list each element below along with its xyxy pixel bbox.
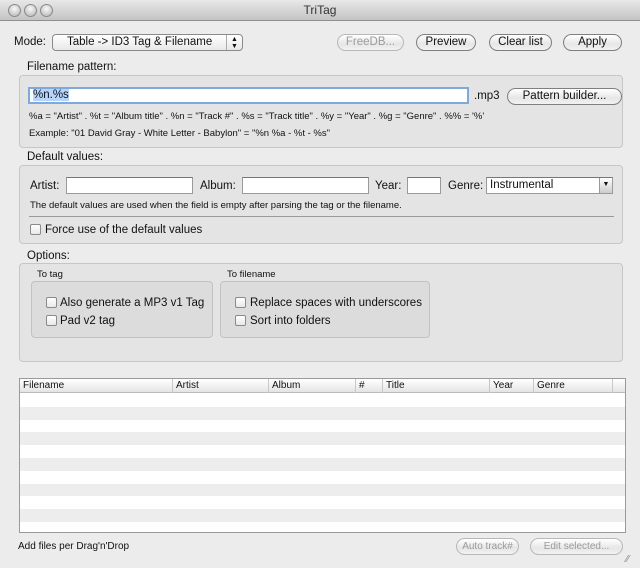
table-row[interactable] bbox=[20, 483, 625, 497]
column-header-title[interactable]: Title bbox=[383, 379, 490, 393]
mode-select[interactable]: Table -> ID3 Tag & Filename ▲ ▼ bbox=[52, 34, 243, 51]
auto-track-button[interactable]: Auto track# bbox=[456, 538, 519, 555]
pattern-legend: %a = "Artist" . %t = "Album title" . %n … bbox=[29, 111, 485, 122]
table-row[interactable] bbox=[20, 522, 625, 532]
default-values-label: Default values: bbox=[27, 151, 104, 163]
replace-spaces-label: Replace spaces with underscores bbox=[250, 297, 422, 309]
table-row[interactable] bbox=[20, 406, 625, 420]
table-row[interactable] bbox=[20, 432, 625, 446]
extension-label: .mp3 bbox=[474, 90, 500, 102]
drag-drop-hint: Add files per Drag'n'Drop bbox=[18, 541, 130, 552]
file-table[interactable]: Filename Artist Album # Title Year Genre bbox=[19, 378, 626, 533]
table-row[interactable] bbox=[20, 419, 625, 433]
mp3-v1-checkbox[interactable] bbox=[46, 297, 57, 308]
genre-value: Instrumental bbox=[490, 179, 554, 191]
column-header-genre[interactable]: Genre bbox=[534, 379, 613, 393]
pattern-builder-button[interactable]: Pattern builder... bbox=[507, 88, 622, 105]
column-header-track[interactable]: # bbox=[356, 379, 383, 393]
clear-list-button[interactable]: Clear list bbox=[489, 34, 552, 51]
genre-combobox[interactable]: Instrumental ▼ bbox=[486, 177, 613, 194]
table-row[interactable] bbox=[20, 394, 625, 407]
preview-button[interactable]: Preview bbox=[416, 34, 476, 51]
pattern-input[interactable]: %n.%s bbox=[28, 87, 469, 104]
minimize-button[interactable] bbox=[24, 4, 37, 17]
edit-selected-button[interactable]: Edit selected... bbox=[530, 538, 623, 555]
resize-grip-icon[interactable]: ⁄⁄ bbox=[626, 554, 629, 565]
mp3-v1-label: Also generate a MP3 v1 Tag bbox=[60, 297, 205, 309]
genre-label: Genre: bbox=[448, 180, 484, 192]
sort-folders-checkbox[interactable] bbox=[235, 315, 246, 326]
dropdown-arrow-icon[interactable]: ▼ bbox=[599, 178, 612, 193]
table-header: Filename Artist Album # Title Year Genre bbox=[20, 379, 625, 393]
table-row[interactable] bbox=[20, 445, 625, 458]
album-label: Album: bbox=[200, 180, 236, 192]
to-tag-box bbox=[31, 281, 213, 338]
year-input[interactable] bbox=[407, 177, 441, 194]
column-header-artist[interactable]: Artist bbox=[173, 379, 269, 393]
apply-button[interactable]: Apply bbox=[563, 34, 622, 51]
zoom-button[interactable] bbox=[40, 4, 53, 17]
divider bbox=[29, 216, 614, 217]
column-header-year[interactable]: Year bbox=[490, 379, 534, 393]
pattern-value: %n.%s bbox=[33, 89, 69, 101]
sort-folders-label: Sort into folders bbox=[250, 315, 331, 327]
column-header-filename[interactable]: Filename bbox=[20, 379, 173, 393]
mode-label: Mode: bbox=[14, 36, 46, 48]
force-defaults-checkbox[interactable] bbox=[30, 224, 41, 235]
filename-pattern-label: Filename pattern: bbox=[27, 61, 117, 73]
to-filename-box bbox=[220, 281, 430, 338]
table-row[interactable] bbox=[20, 458, 625, 471]
pad-v2-checkbox[interactable] bbox=[46, 315, 57, 326]
up-down-arrows-icon: ▲ ▼ bbox=[226, 35, 242, 50]
defaults-note: The default values are used when the fie… bbox=[30, 200, 402, 211]
table-row[interactable] bbox=[20, 470, 625, 484]
replace-spaces-checkbox[interactable] bbox=[235, 297, 246, 308]
close-button[interactable] bbox=[8, 4, 21, 17]
mode-value: Table -> ID3 Tag & Filename bbox=[67, 36, 213, 48]
to-tag-label: To tag bbox=[37, 269, 63, 280]
artist-label: Artist: bbox=[30, 180, 60, 192]
pattern-example: Example: "01 David Gray - White Letter -… bbox=[29, 128, 330, 139]
force-defaults-label: Force use of the default values bbox=[45, 224, 203, 236]
pad-v2-label: Pad v2 tag bbox=[60, 315, 115, 327]
title-bar[interactable]: TriTag bbox=[0, 0, 640, 21]
artist-input[interactable] bbox=[66, 177, 193, 194]
freedb-button[interactable]: FreeDB... bbox=[337, 34, 404, 51]
options-label: Options: bbox=[27, 250, 70, 262]
table-row[interactable] bbox=[20, 509, 625, 522]
table-row[interactable] bbox=[20, 496, 625, 510]
window-title: TriTag bbox=[303, 3, 337, 17]
album-input[interactable] bbox=[242, 177, 369, 194]
year-label: Year: bbox=[375, 180, 402, 192]
to-filename-label: To filename bbox=[227, 269, 276, 280]
column-header-album[interactable]: Album bbox=[269, 379, 356, 393]
